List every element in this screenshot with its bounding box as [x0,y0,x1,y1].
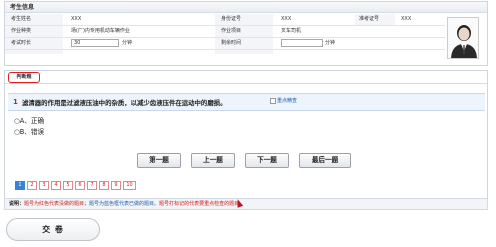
category-label: 作业种类 [11,28,32,34]
person-icon [451,25,477,58]
legend-mark: 题号打 [159,201,175,207]
legend-prefix: 说明： [9,201,25,207]
candidate-info-title: 考生信息 [5,2,487,13]
remaining-unit: 分钟 [325,40,336,46]
duration-field: 30 [71,39,119,47]
page-6[interactable]: 6 [75,181,85,190]
question-band: 1 滤清器的作用是过滤液压油中的杂质，以减少齿液压件在运动中的磨损。 重点精查 [8,93,485,111]
cert-value: XXX [401,16,412,22]
last-question-button[interactable]: 最后一题 [299,153,351,168]
id-value: XXX [281,16,292,22]
legend-blue: 题号为蓝色框代表已做的题目。 [89,201,160,207]
duration-label: 考试时长 [11,40,32,46]
question-pager: 1 2 3 4 5 6 7 8 9 10 [15,181,136,190]
category-value: 场(厂)内专用机动车辆作业 [71,28,130,34]
question-number: 1 [13,98,18,106]
mark-for-review[interactable]: 重点精查 [270,97,297,104]
name-label: 考生姓名 [11,16,32,22]
page-7[interactable]: 7 [87,181,97,190]
section-divider [5,83,487,84]
page-5[interactable]: 5 [63,181,73,190]
next-question-button[interactable]: 下一题 [245,153,289,168]
question-text: 滤清器的作用是过滤液压油中的杂质，以减少齿液压件在运动中的磨损。 [22,99,227,107]
candidate-photo [447,17,479,59]
page-4[interactable]: 4 [51,181,61,190]
first-question-button[interactable]: 第一题 [137,153,181,168]
option-a[interactable]: ○A、正确 [14,115,44,125]
page-3[interactable]: 3 [39,181,49,190]
page-9[interactable]: 9 [111,181,121,190]
remaining-field [281,39,323,47]
prev-question-button[interactable]: 上一题 [191,153,235,168]
page-1[interactable]: 1 [15,181,25,190]
image-placeholder-icon [270,97,276,104]
legend-bar: 说明：题号为红色代表没做的题目；题号为蓝色框代表已做的题目。题号打标记的代表要重… [4,198,488,210]
id-label: 身份证号 [221,16,242,22]
legend-red: 题号为红色代表没做的题目； [24,201,90,207]
option-b[interactable]: ○B、错误 [14,126,44,136]
page-10[interactable]: 10 [123,181,136,190]
page-8[interactable]: 8 [99,181,109,190]
tab-true-false[interactable]: 判断题 [8,72,40,83]
project-label: 作业项目 [221,28,242,34]
row-divider [5,49,445,50]
legend-mark-tail: 标记的代表要重点检查的题目。 [174,201,245,207]
page-2[interactable]: 2 [27,181,37,190]
project-value: 叉车司机 [281,28,302,34]
name-value: XXX [71,16,82,22]
mark-for-review-label: 重点精查 [277,98,298,104]
remaining-label: 剩余时间 [221,40,242,46]
cert-label: 准考证号 [359,16,380,22]
duration-unit: 分钟 [122,40,133,46]
question-section: 判断题 1 滤清器的作用是过滤液压油中的杂质，以减少齿液压件在运动中的磨损。 重… [4,70,488,206]
submit-button[interactable]: 交 卷 [6,218,100,241]
candidate-info-panel: 考生信息 考生姓名 XXX 身份证号 XXX 准考证号 XXX 作业种类 场(厂… [4,1,488,66]
